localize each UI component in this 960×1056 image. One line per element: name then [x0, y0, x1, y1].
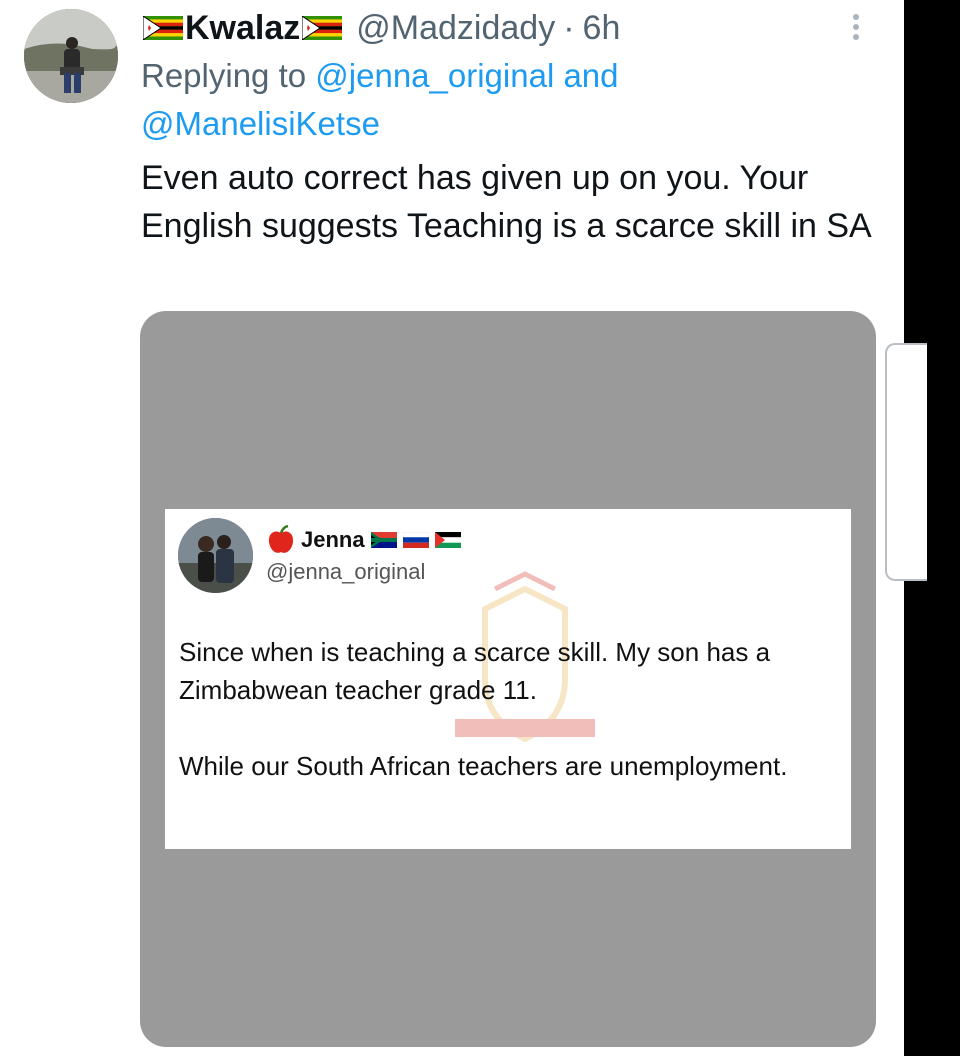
tweet-media-image[interactable]: Jenna @jenna_original Since when is teac…: [140, 311, 876, 1047]
palestine-flag-icon: [434, 532, 461, 548]
quoted-avatar-photo: [178, 518, 253, 593]
tweet-header: Kwalaz @Madzidady · 6h: [141, 6, 620, 50]
scroll-handle[interactable]: [885, 343, 927, 581]
avatar[interactable]: [24, 9, 118, 103]
replying-to-line: Replying to @jenna_original and @Manelis…: [141, 52, 881, 148]
apple-icon: [268, 525, 294, 553]
quoted-post-screenshot: Jenna @jenna_original Since when is teac…: [165, 509, 851, 849]
zimbabwe-flag-icon: [143, 16, 183, 40]
zimbabwe-flag-icon: [302, 16, 343, 40]
separator-dot: ·: [563, 8, 575, 47]
quoted-paragraph: Since when is teaching a scarce skill. M…: [179, 637, 771, 705]
quoted-text: Since when is teaching a scarce skill. M…: [179, 633, 839, 823]
quoted-paragraph: While our South African teachers are une…: [179, 751, 788, 781]
timestamp[interactable]: 6h: [583, 9, 621, 48]
mention-link[interactable]: @ManelisiKetse: [141, 105, 380, 142]
more-vertical-icon[interactable]: [846, 14, 866, 48]
quoted-header: Jenna: [267, 525, 461, 555]
display-name[interactable]: Kwalaz: [185, 9, 300, 48]
quoted-name: Jenna: [301, 527, 365, 552]
replying-prefix: Replying to: [141, 57, 307, 94]
quoted-handle: @jenna_original: [266, 559, 426, 584]
mention-joiner: and: [563, 57, 619, 94]
tweet-text: Even auto correct has given up on you. Y…: [141, 159, 872, 245]
avatar-photo: [24, 9, 118, 103]
south-africa-flag-icon: [370, 532, 397, 548]
user-handle[interactable]: @Madzidady: [356, 9, 555, 48]
russia-flag-icon: [402, 532, 429, 548]
quoted-avatar: [178, 518, 253, 593]
mention-link[interactable]: @jenna_original: [315, 57, 554, 94]
